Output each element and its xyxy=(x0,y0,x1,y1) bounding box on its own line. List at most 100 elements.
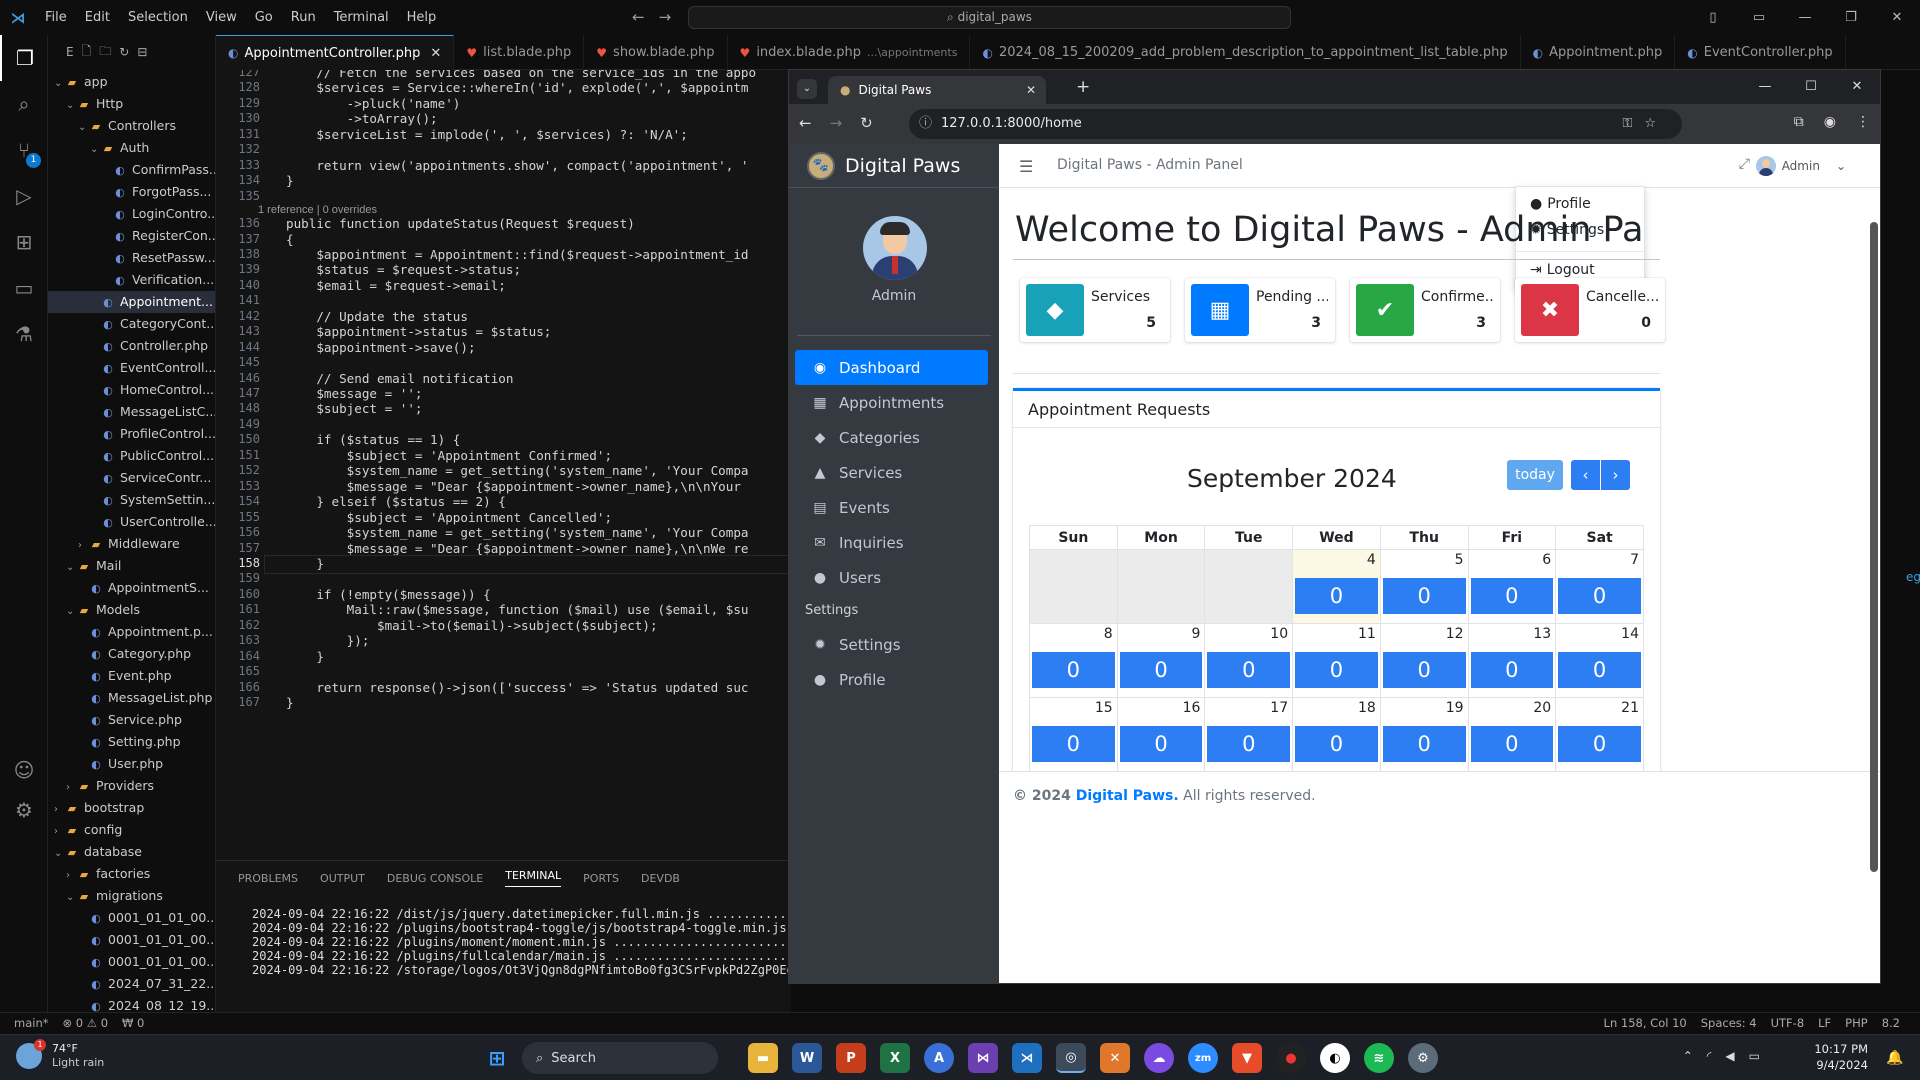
status-item[interactable]: ⊗ 0 ⚠ 0 xyxy=(62,1016,108,1030)
tree-file[interactable]: ◐ 2024_07_31_22... xyxy=(48,973,215,995)
tree-folder[interactable]: › ▰ config xyxy=(48,819,215,841)
day-number[interactable]: 14 xyxy=(1621,626,1639,642)
menu-item-7[interactable]: Help xyxy=(407,10,437,25)
tree-folder[interactable]: ⌄ ▰ Auth xyxy=(48,137,215,159)
calendar-day-cell[interactable]: 80 xyxy=(1029,623,1118,698)
calendar-day-cell[interactable]: 10 0 xyxy=(1204,623,1294,698)
tree-file[interactable]: ◐ Service.php xyxy=(48,709,215,731)
tree-file[interactable]: ◐ EventControll... xyxy=(48,357,215,379)
calendar-day-cell[interactable]: 16 0 xyxy=(1116,697,1206,772)
panel-toggle-icon[interactable]: ▭ xyxy=(1736,10,1782,25)
bookmark-star-icon[interactable]: ☆ xyxy=(1644,116,1668,131)
battery-icon[interactable]: ▭ xyxy=(1749,1049,1760,1063)
day-number[interactable]: 10 xyxy=(1270,626,1288,642)
calendar-day-cell[interactable]: 19 0 xyxy=(1379,697,1469,772)
tree-folder[interactable]: ⌄ ▰ Http xyxy=(48,93,215,115)
collapse-icon[interactable]: ⊟ xyxy=(137,45,147,59)
remote-explorer-icon[interactable]: ▭ xyxy=(0,265,48,311)
editor-tab[interactable]: ♥ show.blade.php xyxy=(584,35,728,70)
code-lens[interactable]: 1 reference | 0 overrides xyxy=(258,204,377,216)
new-folder-icon[interactable]: 🗀 xyxy=(99,42,111,63)
sidebar-item-users[interactable]: ● Users xyxy=(795,560,988,595)
tree-file[interactable]: ◐ MessageList.php xyxy=(48,687,215,709)
profile-avatar-icon[interactable]: ◉ xyxy=(1824,114,1836,130)
tree-file[interactable]: ◐ HomeControl... xyxy=(48,379,215,401)
calendar-day-cell[interactable] xyxy=(1029,549,1118,624)
chrome-icon[interactable]: ◎ xyxy=(1056,1043,1086,1073)
sidebar-item-categories[interactable]: ◆ Categories xyxy=(795,420,988,455)
day-number[interactable]: 16 xyxy=(1183,700,1201,716)
info-box[interactable]: ◆ Services 5 xyxy=(1020,278,1170,342)
status-item[interactable]: UTF-8 xyxy=(1771,1016,1805,1030)
tree-file[interactable]: ◐ RegisterCon... xyxy=(48,225,215,247)
calendar-day-cell[interactable]: 15 0 xyxy=(1029,697,1118,772)
sidebar-item-services[interactable]: ▲ Services xyxy=(795,455,988,490)
tree-file[interactable]: ◐ AppointmentS... xyxy=(48,577,215,599)
calendar-event[interactable]: 0 xyxy=(1470,652,1554,688)
explorer-icon[interactable]: ❐ xyxy=(0,35,48,81)
calendar-day-cell[interactable]: 11 0 xyxy=(1292,623,1381,698)
status-item[interactable]: Spaces: 4 xyxy=(1701,1016,1757,1030)
tree-folder[interactable]: › ▰ Middleware xyxy=(48,533,215,555)
calendar-event[interactable]: 0 xyxy=(1119,652,1203,688)
tab-close-icon[interactable]: ✕ xyxy=(430,46,441,61)
tree-folder[interactable]: › ▰ Providers xyxy=(48,775,215,797)
calendar-event[interactable]: 0 xyxy=(1295,726,1378,762)
day-number[interactable]: 20 xyxy=(1533,700,1551,716)
maximize-icon[interactable]: ☐ xyxy=(1788,70,1834,104)
panel-tab[interactable]: OUTPUT xyxy=(320,872,365,885)
calendar-day-cell[interactable]: 21 0 xyxy=(1555,697,1644,772)
testing-icon[interactable]: ⚗ xyxy=(0,311,48,357)
calendar-event[interactable]: 0 xyxy=(1032,726,1115,762)
chevron-up-icon[interactable]: ⌃ xyxy=(1683,1049,1693,1063)
extensions-puzzle-icon[interactable]: ⧉ xyxy=(1794,114,1804,130)
tree-file[interactable]: ◐ User.php xyxy=(48,753,215,775)
calendar-day-cell[interactable]: 13 0 xyxy=(1467,623,1557,698)
day-number[interactable]: 12 xyxy=(1446,626,1464,642)
tree-folder[interactable]: ⌄ ▰ app xyxy=(48,71,215,93)
calendar-day-cell[interactable] xyxy=(1116,549,1206,624)
new-tab-icon[interactable]: + xyxy=(1076,77,1090,97)
calendar-day-cell[interactable]: 14 0 xyxy=(1555,623,1644,698)
panel-tab[interactable]: DEVDB xyxy=(641,872,680,885)
day-number[interactable]: 15 xyxy=(1095,700,1113,716)
tree-file[interactable]: ◐ MessageListC... xyxy=(48,401,215,423)
spotify-icon[interactable]: ≋ xyxy=(1364,1043,1394,1073)
info-box[interactable]: ▦ Pending ... 3 xyxy=(1185,278,1335,342)
day-number[interactable]: 6 xyxy=(1542,552,1551,568)
tree-file[interactable]: ◐ Appointment.p... xyxy=(48,621,215,643)
back-icon[interactable]: ← xyxy=(799,114,812,132)
panel-tab[interactable]: PORTS xyxy=(583,872,619,885)
tree-file[interactable]: ◐ Appointment... xyxy=(48,291,215,313)
tree-file[interactable]: ◐ ForgotPass... xyxy=(48,181,215,203)
excel-icon[interactable]: X xyxy=(880,1043,910,1073)
tree-file[interactable]: ◐ Event.php xyxy=(48,665,215,687)
editor-tab[interactable]: ◐ AppointmentController.php ✕ xyxy=(216,35,455,70)
day-number[interactable]: 21 xyxy=(1621,700,1639,716)
status-item[interactable]: main* xyxy=(14,1016,48,1030)
tree-folder[interactable]: ⌄ ▰ migrations xyxy=(48,885,215,907)
taskbar-search[interactable]: ⌕ Search xyxy=(522,1042,718,1074)
tree-folder[interactable]: ⌄ ▰ Controllers xyxy=(48,115,215,137)
tree-file[interactable]: ◐ 0001_01_01_00... xyxy=(48,951,215,973)
status-item[interactable]: LF xyxy=(1818,1016,1831,1030)
tree-file[interactable]: ◐ 0001_01_01_00... xyxy=(48,929,215,951)
menu-item-0[interactable]: File xyxy=(45,10,67,25)
today-button[interactable]: today xyxy=(1507,460,1563,490)
day-number[interactable]: 4 xyxy=(1367,552,1376,568)
minimize-icon[interactable]: — xyxy=(1742,70,1788,104)
info-box[interactable]: ✔ Confirme... 3 xyxy=(1350,278,1500,342)
start-windows-icon[interactable]: ⊞ xyxy=(482,1043,512,1073)
brand-link[interactable]: 🐾 Digital Paws xyxy=(789,144,999,188)
menu-item-2[interactable]: Selection xyxy=(128,10,188,25)
tree-file[interactable]: ◐ ProfileControl... xyxy=(48,423,215,445)
tree-file[interactable]: ◐ Category.php xyxy=(48,643,215,665)
editor-tab[interactable]: ♥ index.blade.php ...\appointments xyxy=(728,35,971,70)
calendar-event[interactable]: 0 xyxy=(1382,652,1466,688)
xampp-icon[interactable]: ✕ xyxy=(1100,1043,1130,1073)
tree-folder[interactable]: ⌄ ▰ database xyxy=(48,841,215,863)
menu-item-3[interactable]: View xyxy=(206,10,237,25)
calendar-day-cell[interactable]: 60 xyxy=(1467,549,1557,624)
sidebar-item-profile[interactable]: ● Profile xyxy=(795,662,988,697)
calendar-day-cell[interactable] xyxy=(1204,549,1294,624)
